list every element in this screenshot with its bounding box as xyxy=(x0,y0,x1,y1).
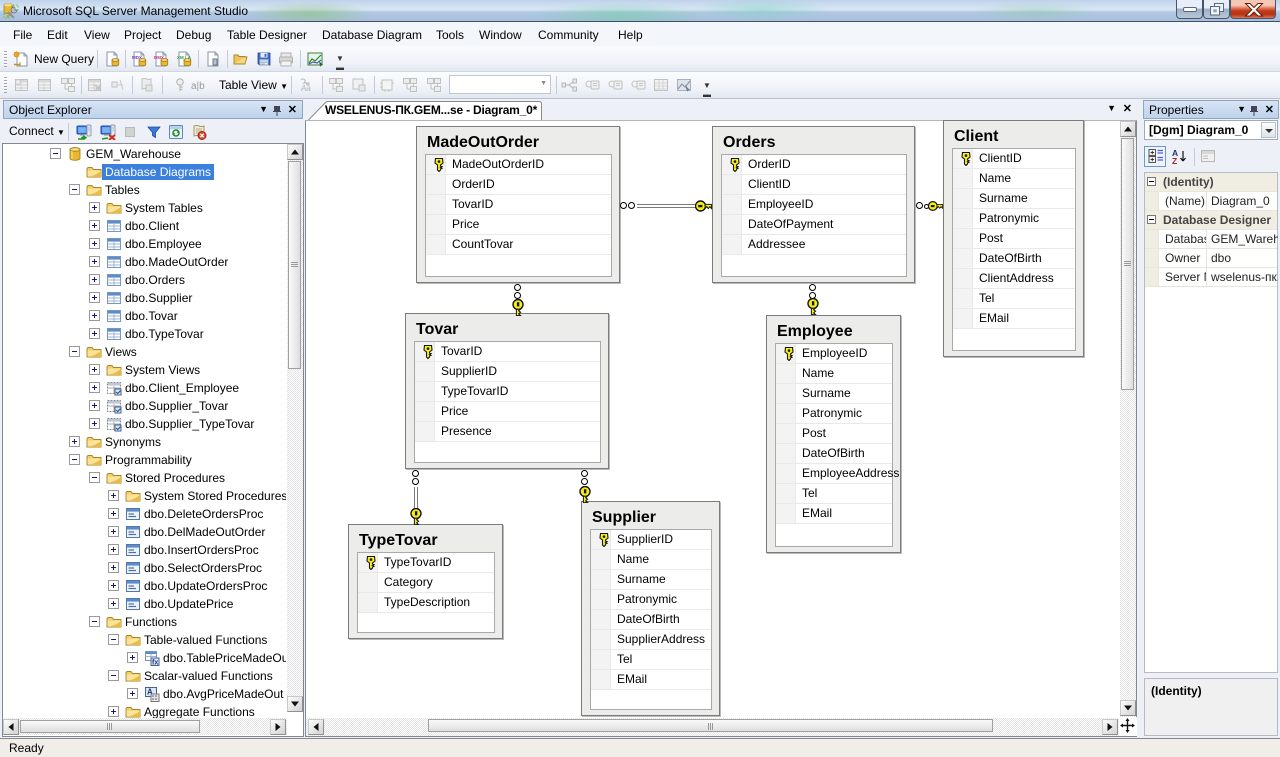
svg-text:fx: fx xyxy=(152,660,158,667)
svg-text:a|b: a|b xyxy=(191,81,205,92)
svg-text:Z: Z xyxy=(1172,156,1177,164)
svg-text:Aa: Aa xyxy=(300,84,311,93)
